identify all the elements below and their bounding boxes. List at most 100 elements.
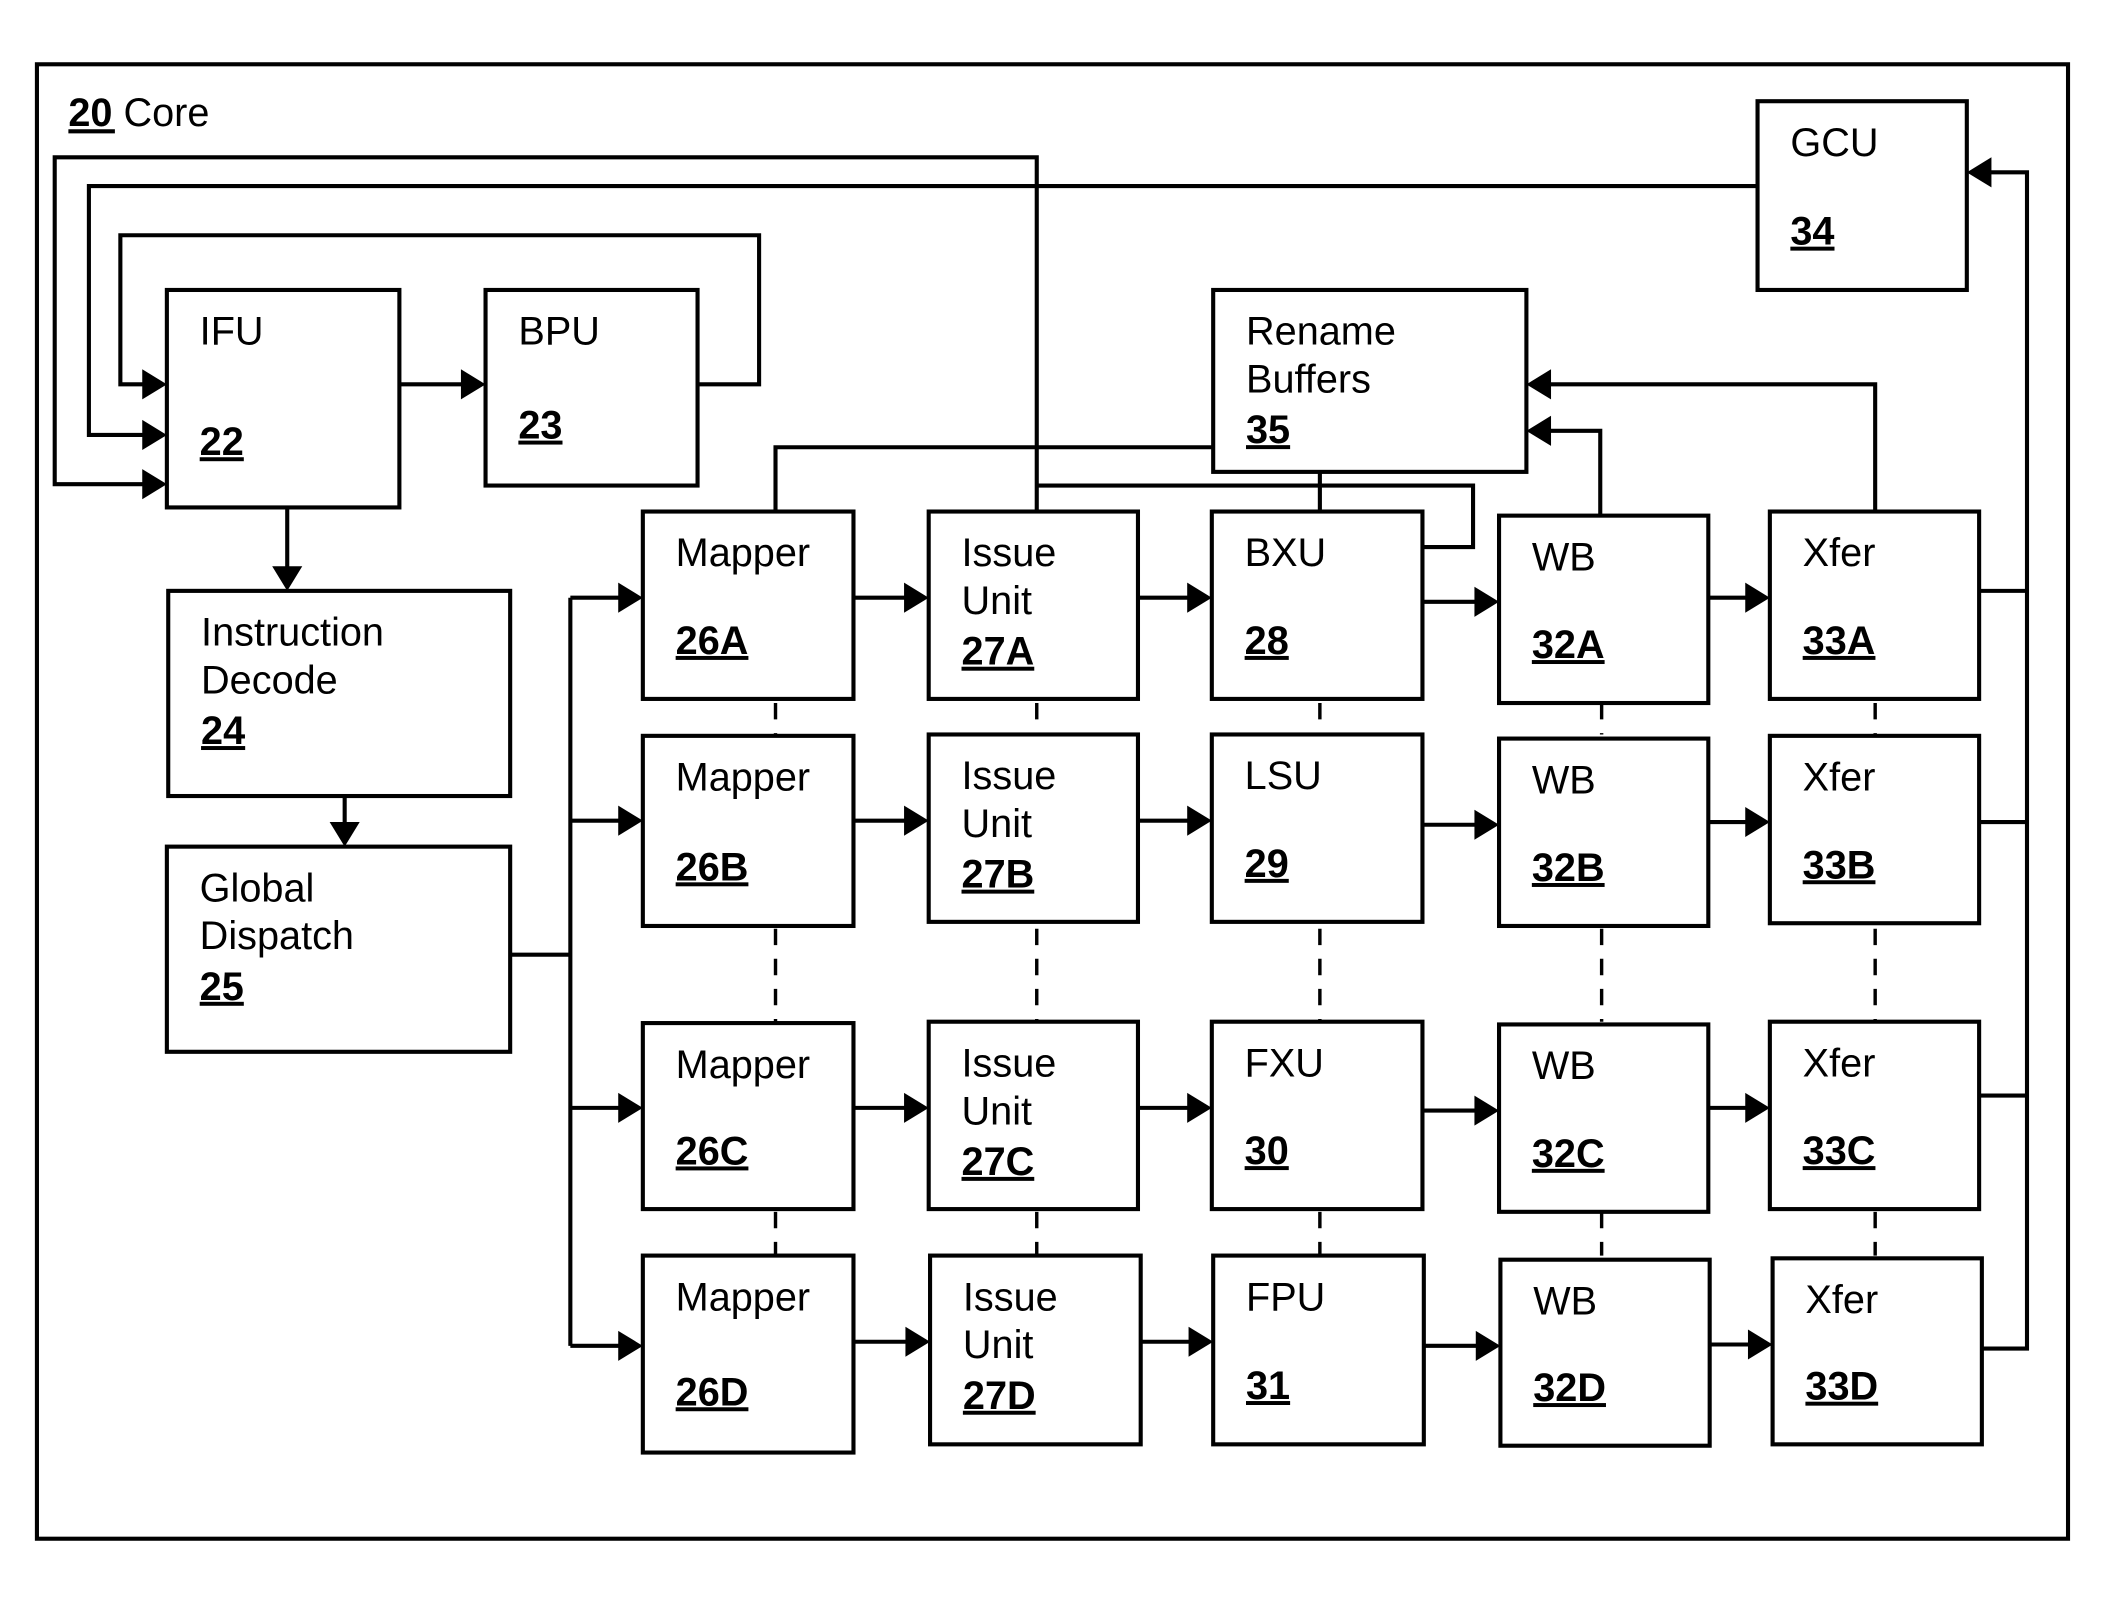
block-wbA-box <box>1496 513 1711 706</box>
wb-to-rename-arrowhead-icon <box>1526 415 1552 446</box>
mapB-to-issB-arrowhead-icon <box>904 805 929 836</box>
issD-to-fpu-arrowhead-icon <box>1188 1326 1214 1357</box>
wbB-to-xfB-arrowhead-icon <box>1745 806 1770 838</box>
block-label: WB <box>1532 535 1596 579</box>
blocks-layer: IFU 22 BPU 23 Instruction Decode 24 GlobalDisp… <box>164 99 1984 1455</box>
block-gcu: GCU 34 <box>1755 99 1969 293</box>
block-ref: 28 <box>1245 619 1289 663</box>
block-bpu: BPU 23 <box>483 287 700 488</box>
block-label: FPU <box>1246 1275 1325 1319</box>
fxu-to-wbC-arrowhead-icon <box>1474 1095 1500 1126</box>
block-label: Instruction <box>201 611 384 655</box>
block-ref: 33A <box>1803 619 1876 663</box>
block-wbA: WB 32A <box>1496 513 1711 706</box>
block-ref: 24 <box>201 709 245 753</box>
block-label: Issue <box>962 1041 1057 1085</box>
gcu-to-ifu-arrowhead-icon <box>142 419 167 450</box>
block-label: LSU <box>1245 754 1322 798</box>
issA-to-bxu-arrowhead-icon <box>1187 582 1212 613</box>
block-ref: 32D <box>1533 1366 1606 1410</box>
mapC-to-issC-arrowhead-icon <box>904 1092 929 1123</box>
issC-to-fxu-arrowhead-icon <box>1187 1092 1212 1123</box>
block-rename: RenameBuffers 35 <box>1211 287 1529 474</box>
block-ref: 22 <box>200 420 244 464</box>
bpu-to-ifu-arrowhead-icon <box>142 369 167 400</box>
block-label: WB <box>1532 1044 1596 1088</box>
block-ref: 27B <box>962 853 1035 897</box>
block-label: WB <box>1532 758 1596 802</box>
wbD-to-xfD-arrowhead-icon <box>1747 1329 1773 1360</box>
block-fxu: FXU 30 <box>1209 1019 1425 1212</box>
block-label: Mapper <box>676 1275 810 1319</box>
block-label: BPU <box>518 310 600 354</box>
core-ref: 20 <box>68 91 112 135</box>
block-wbC: WB 32C <box>1496 1022 1711 1214</box>
block-issB: IssueUnit 27B <box>926 732 1141 924</box>
block-ref: 23 <box>518 404 562 448</box>
dispatch-to-mapA-arrowhead-icon <box>618 582 643 613</box>
block-label: Unit <box>962 579 1033 623</box>
fpu-to-wbD-arrowhead-icon <box>1475 1330 1501 1361</box>
block-ref: 35 <box>1246 408 1290 452</box>
block-ref: 29 <box>1245 842 1289 886</box>
core-label: Core <box>123 91 209 135</box>
block-ref: 33D <box>1805 1365 1878 1409</box>
issue-to-ifu-arrowhead-icon <box>142 469 167 500</box>
block-ref: 26B <box>676 845 749 889</box>
block-dispatch: GlobalDispatch 25 <box>164 844 513 1054</box>
block-ref: 33C <box>1803 1129 1876 1173</box>
wb-to-rename-wire <box>1530 428 1603 516</box>
mapA-to-issA-arrowhead-icon <box>904 582 929 613</box>
block-mapD: Mapper 26D <box>640 1253 856 1455</box>
block-ifu: IFU 22 <box>164 287 402 510</box>
block-ref: 33B <box>1803 843 1876 887</box>
block-label: GCU <box>1790 121 1878 165</box>
bxu-to-wbA-arrowhead-icon <box>1474 586 1500 617</box>
core-block-diagram: 20 Core IFU 22 BPU 23 Instruction Decode 24 Glo… <box>34 62 2071 1541</box>
decode-to-dispatch-arrowhead-icon <box>329 822 360 847</box>
dispatch-to-mapD-arrowhead-icon <box>618 1330 643 1361</box>
block-ref: 31 <box>1246 1364 1290 1408</box>
block-label: Unit <box>962 1089 1033 1133</box>
block-xfB: Xfer 33B <box>1767 733 1982 926</box>
issB-to-lsu-arrowhead-icon <box>1187 805 1212 836</box>
block-bxu: BXU 28 <box>1209 509 1425 701</box>
dispatch-to-mapB-arrowhead-icon <box>618 805 643 836</box>
block-label: Unit <box>962 802 1033 846</box>
block-label: Buffers <box>1246 358 1371 402</box>
ifu-to-decode-arrowhead-icon <box>272 566 303 591</box>
block-label: WB <box>1533 1279 1597 1323</box>
block-label: Xfer <box>1803 1041 1876 1085</box>
block-wbB: WB 32B <box>1496 736 1711 929</box>
wbC-to-xfC-arrowhead-icon <box>1745 1092 1770 1123</box>
block-ref: 26D <box>676 1370 749 1414</box>
mapper-to-rename-wire <box>773 445 1214 512</box>
block-label: Xfer <box>1803 756 1876 800</box>
block-label: Mapper <box>676 531 810 575</box>
dispatch-to-mapC-arrowhead-icon <box>618 1092 643 1123</box>
block-label: Xfer <box>1805 1278 1878 1322</box>
block-lsu: LSU 29 <box>1209 732 1425 924</box>
block-ref: 25 <box>200 965 244 1009</box>
block-ref: 26C <box>676 1129 749 1173</box>
block-ref: 32A <box>1532 623 1605 667</box>
block-fpu: FPU 31 <box>1211 1253 1426 1447</box>
block-decode: Instruction Decode 24 <box>166 588 513 799</box>
block-xfC: Xfer 33C <box>1767 1019 1982 1212</box>
block-label: Mapper <box>676 756 810 800</box>
block-wbD-box <box>1498 1257 1712 1448</box>
block-mapA: Mapper 26A <box>640 509 856 701</box>
block-ref: 32C <box>1532 1132 1605 1176</box>
ifu-to-bpu-arrowhead-icon <box>460 369 486 400</box>
block-ref: 27D <box>963 1374 1036 1418</box>
block-ref: 34 <box>1790 210 1834 254</box>
lsu-to-wbB-arrowhead-icon <box>1474 809 1500 840</box>
block-label: Xfer <box>1803 531 1876 575</box>
block-label: Unit <box>963 1323 1034 1367</box>
block-label: BXU <box>1245 531 1327 575</box>
block-wbD: WB 32D <box>1498 1257 1712 1448</box>
core-title: 20 Core <box>68 91 209 135</box>
block-ref: 27C <box>962 1140 1035 1184</box>
block-ref: 30 <box>1245 1129 1289 1173</box>
block-ref: 27A <box>962 630 1035 674</box>
